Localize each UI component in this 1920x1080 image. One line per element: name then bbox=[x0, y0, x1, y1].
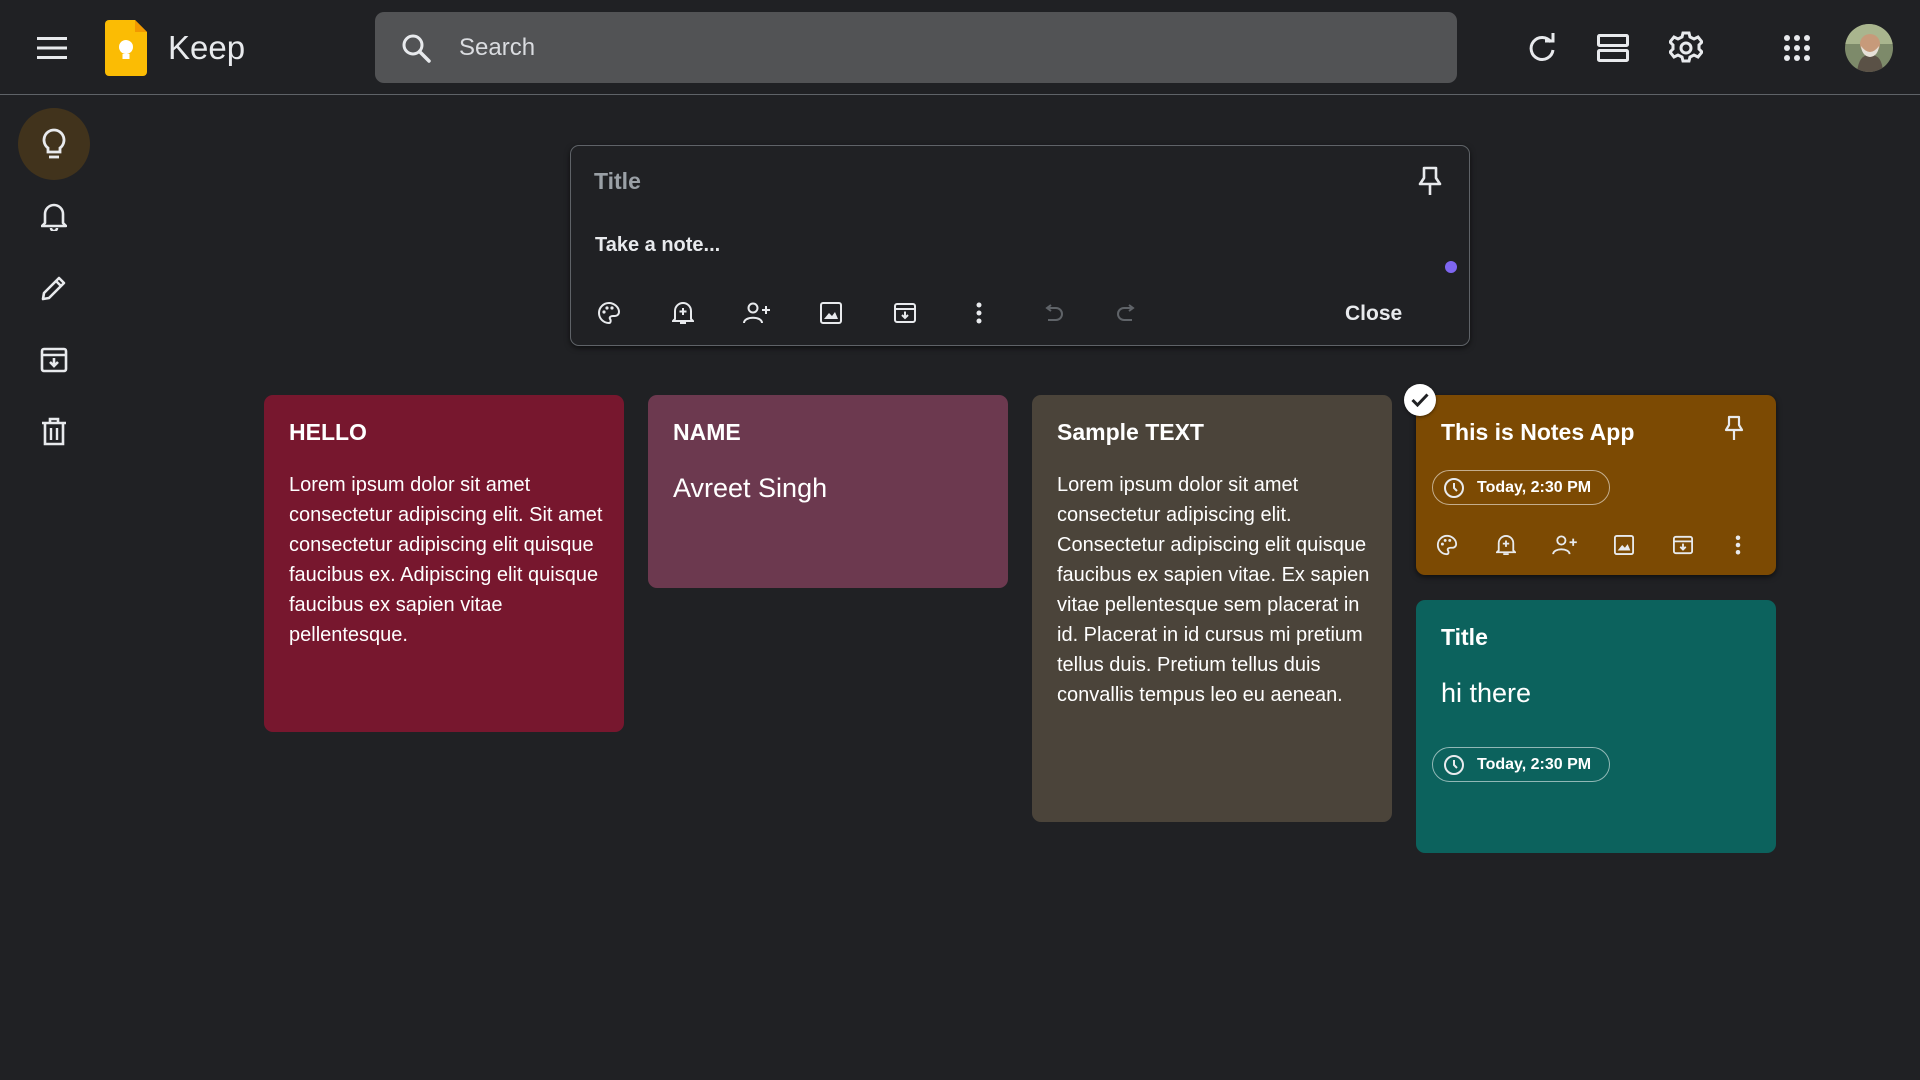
sidebar-item-trash[interactable] bbox=[18, 396, 90, 468]
note-card-selected[interactable]: This is Notes App Today, 2:30 PM bbox=[1416, 395, 1776, 575]
sidebar-item-archive[interactable] bbox=[18, 324, 90, 396]
apps-grid-icon bbox=[1784, 35, 1810, 61]
note-card[interactable]: Title hi there Today, 2:30 PM bbox=[1416, 600, 1776, 853]
composer-undo-button[interactable] bbox=[1033, 293, 1073, 333]
search-icon[interactable] bbox=[401, 33, 431, 63]
composer-archive-button[interactable] bbox=[885, 293, 925, 333]
google-apps-button[interactable] bbox=[1773, 24, 1821, 72]
list-view-icon bbox=[1597, 34, 1629, 62]
top-bar: Keep bbox=[0, 0, 1920, 95]
trash-icon bbox=[42, 417, 66, 446]
note-collaborator-button[interactable] bbox=[1547, 527, 1583, 563]
redo-icon bbox=[1117, 304, 1135, 321]
remind-icon bbox=[672, 302, 694, 324]
note-title: NAME bbox=[673, 419, 741, 445]
clock-icon bbox=[1444, 478, 1464, 498]
note-pin-button[interactable] bbox=[1716, 410, 1752, 446]
cursor-indicator-dot bbox=[1445, 261, 1457, 273]
remind-icon bbox=[1496, 535, 1516, 555]
note-archive-button[interactable] bbox=[1665, 527, 1701, 563]
collaborator-icon bbox=[743, 302, 770, 324]
note-body: Lorem ipsum dolor sit amet consectetur a… bbox=[289, 474, 603, 646]
note-card[interactable]: NAME Avreet Singh bbox=[648, 395, 1008, 588]
note-body: Lorem ipsum dolor sit amet consectetur a… bbox=[1057, 474, 1370, 706]
composer-body-input[interactable] bbox=[595, 230, 1375, 260]
pin-icon bbox=[1418, 166, 1442, 195]
composer-pin-button[interactable] bbox=[1409, 160, 1451, 202]
collaborator-icon bbox=[1552, 535, 1577, 555]
refresh-icon bbox=[1529, 33, 1555, 61]
archive-icon bbox=[40, 347, 68, 373]
pin-icon bbox=[1724, 415, 1744, 440]
keep-logo[interactable] bbox=[105, 20, 147, 76]
list-view-button[interactable] bbox=[1589, 24, 1637, 72]
select-note-checkmark[interactable] bbox=[1404, 384, 1436, 416]
image-icon bbox=[1614, 535, 1634, 555]
composer-title-input[interactable] bbox=[594, 163, 1374, 199]
sidebar-item-reminders[interactable] bbox=[18, 180, 90, 252]
search-bar[interactable] bbox=[375, 12, 1457, 83]
note-remind-button[interactable] bbox=[1488, 527, 1524, 563]
reminder-chip[interactable]: Today, 2:30 PM bbox=[1432, 747, 1611, 782]
note-body: hi there bbox=[1441, 678, 1532, 708]
composer-remind-button[interactable] bbox=[663, 293, 703, 333]
keep-logo-icon bbox=[105, 20, 147, 76]
archive-icon bbox=[894, 303, 916, 323]
more-icon bbox=[1735, 535, 1741, 555]
note-card[interactable]: Sample TEXT Lorem ipsum dolor sit amet c… bbox=[1032, 395, 1392, 822]
note-body: Avreet Singh bbox=[673, 473, 828, 503]
refresh-button[interactable] bbox=[1518, 24, 1566, 72]
palette-icon bbox=[1436, 534, 1458, 556]
reminder-chip[interactable]: Today, 2:30 PM bbox=[1432, 470, 1611, 505]
app-title: Keep bbox=[168, 29, 246, 66]
composer-more-button[interactable] bbox=[959, 293, 999, 333]
search-input[interactable] bbox=[459, 12, 1419, 83]
composer-redo-button[interactable] bbox=[1107, 293, 1147, 333]
composer-color-button[interactable] bbox=[589, 293, 629, 333]
image-icon bbox=[820, 302, 842, 324]
check-icon bbox=[1411, 393, 1429, 407]
undo-icon bbox=[1045, 304, 1063, 321]
note-card[interactable]: HELLO Lorem ipsum dolor sit amet consect… bbox=[264, 395, 624, 732]
palette-icon bbox=[598, 301, 621, 325]
note-title: This is Notes App bbox=[1441, 419, 1635, 445]
composer-image-button[interactable] bbox=[811, 293, 851, 333]
reminder-text: Today, 2:30 PM bbox=[1477, 755, 1592, 773]
sidebar-item-edit-labels[interactable] bbox=[18, 252, 90, 324]
pencil-icon bbox=[41, 276, 66, 301]
lightbulb-icon bbox=[42, 128, 66, 159]
note-more-button[interactable] bbox=[1720, 527, 1756, 563]
note-composer: Close bbox=[570, 145, 1470, 346]
clock-icon bbox=[1444, 755, 1464, 775]
composer-collaborator-button[interactable] bbox=[737, 293, 777, 333]
sidebar-item-notes[interactable] bbox=[18, 108, 90, 180]
composer-close-button[interactable]: Close bbox=[1331, 296, 1416, 332]
bell-icon bbox=[41, 203, 67, 231]
note-title: Title bbox=[1441, 624, 1488, 650]
reminder-text: Today, 2:30 PM bbox=[1477, 478, 1592, 496]
main-menu-button[interactable] bbox=[28, 24, 76, 72]
avatar-photo bbox=[1845, 24, 1893, 72]
more-icon bbox=[976, 302, 982, 324]
settings-button[interactable] bbox=[1662, 24, 1710, 72]
settings-icon bbox=[1669, 31, 1703, 63]
note-image-button[interactable] bbox=[1606, 527, 1642, 563]
note-title: HELLO bbox=[289, 419, 367, 445]
account-avatar[interactable] bbox=[1845, 24, 1893, 72]
note-title: Sample TEXT bbox=[1057, 419, 1204, 445]
archive-icon bbox=[1673, 535, 1693, 555]
note-color-button[interactable] bbox=[1429, 527, 1465, 563]
menu-icon bbox=[37, 37, 67, 59]
